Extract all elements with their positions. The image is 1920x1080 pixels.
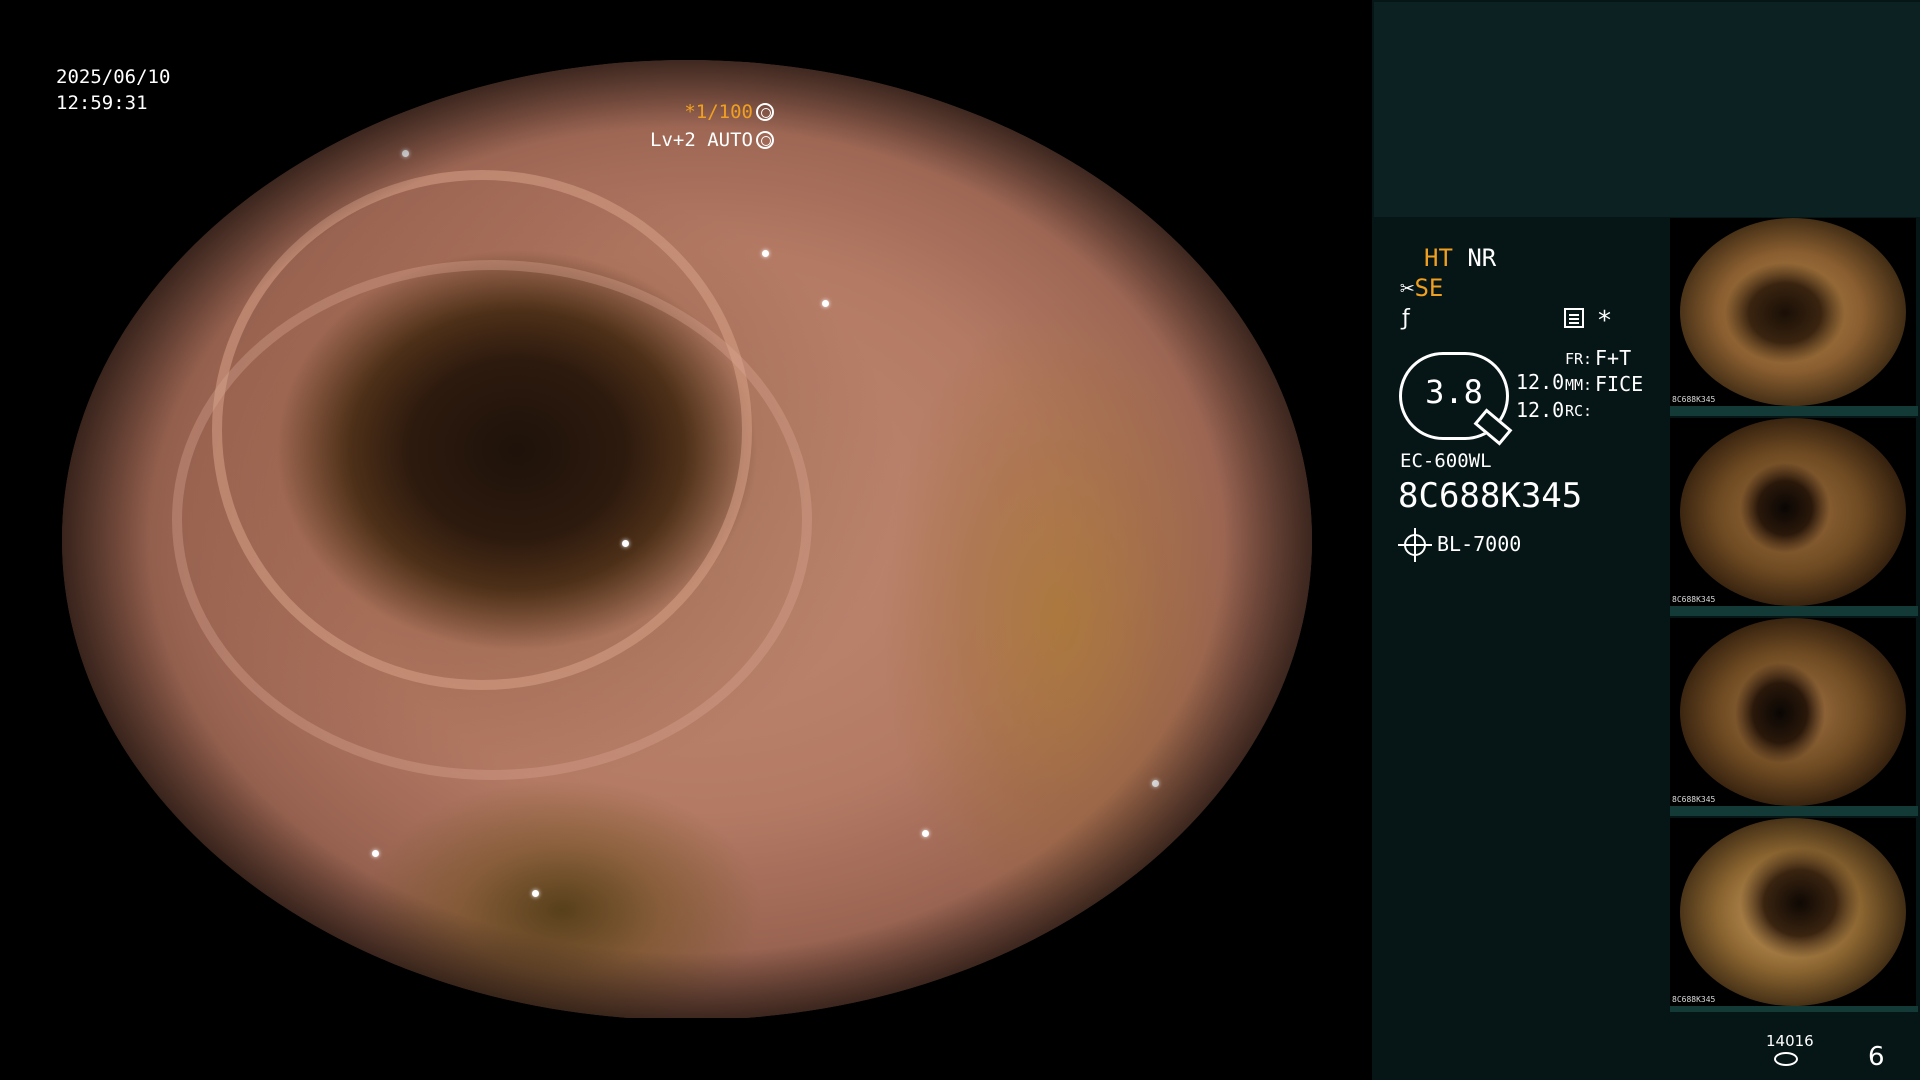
scissors-icon: ✂ — [1400, 274, 1415, 302]
disk-icon — [1774, 1052, 1798, 1066]
thumbnail-serial: 8C688K345 — [1672, 595, 1716, 604]
freeze-icon: ƒ — [1402, 306, 1410, 331]
shutter-icon — [756, 103, 774, 121]
info-panel-header — [1374, 2, 1920, 217]
fr-value: F+T — [1595, 346, 1632, 370]
thumbnail-divider — [1670, 606, 1918, 616]
structure-enhancement: ✂SE — [1400, 274, 1443, 302]
thumbnail-3[interactable]: 8C688K345 — [1670, 618, 1916, 806]
light-reflection — [372, 850, 379, 857]
light-reflection — [322, 130, 329, 137]
iris-mode: AUTO — [707, 129, 753, 151]
capture-time: 12:59:31 — [56, 92, 148, 114]
mm-label: MM: — [1565, 376, 1593, 394]
light-reflection — [922, 830, 929, 837]
ht-indicator: HT — [1424, 244, 1453, 272]
shutter-speed: *1/100 — [684, 101, 753, 123]
thumbnail-1[interactable]: 8C688K345 — [1670, 218, 1916, 406]
zoom-value: 3.8 — [1425, 373, 1483, 411]
light-reflection — [762, 250, 769, 257]
thumbnail-image — [1680, 818, 1906, 1006]
se-indicator: SE — [1414, 274, 1444, 302]
thumbnail-2[interactable]: 8C688K345 — [1670, 418, 1916, 606]
light-reflection — [272, 110, 279, 117]
image-crop-bottom — [0, 1018, 1372, 1080]
list-icon — [1564, 308, 1584, 328]
thumbnail-divider — [1670, 1006, 1918, 1012]
light-source-model: BL-7000 — [1437, 532, 1522, 556]
mucosal-fold — [212, 170, 752, 690]
fr-label: FR: — [1565, 350, 1593, 368]
page-number: 6 — [1868, 1042, 1885, 1072]
focal-value-b: 12.0 — [1516, 398, 1565, 422]
brightness-level: Lv+2 — [650, 129, 696, 151]
light-reflection — [1152, 780, 1159, 787]
thumbnail-divider — [1670, 406, 1918, 416]
thumbnail-image — [1680, 218, 1906, 406]
image-count: 14016 — [1766, 1032, 1814, 1050]
zoom-badge: 3.8 — [1399, 352, 1513, 446]
enhancement-status: HT NR — [1424, 244, 1496, 272]
thumbnail-image — [1680, 418, 1906, 606]
scope-serial: 8C688K345 — [1398, 476, 1583, 516]
thumbnail-image — [1680, 618, 1906, 806]
asterisk-icon: * — [1598, 306, 1611, 336]
light-reflection — [532, 890, 539, 897]
iris-icon — [756, 131, 774, 149]
nr-indicator: NR — [1467, 244, 1497, 272]
light-reflection — [622, 540, 629, 547]
focal-value-a: 12.0 — [1516, 370, 1565, 394]
mm-value: FICE — [1595, 372, 1644, 396]
scope-model: EC-600WL — [1400, 450, 1492, 472]
rc-label: RC: — [1565, 402, 1593, 420]
light-reflection — [402, 150, 409, 157]
timestamp: 2025/06/10 12:59:31 — [56, 64, 170, 116]
capture-date: 2025/06/10 — [56, 66, 171, 88]
thumbnail-divider — [1670, 806, 1918, 816]
image-crop-top — [0, 0, 1372, 60]
thumbnail-serial: 8C688K345 — [1672, 795, 1716, 804]
endoscope-main-view: 2025/06/10 12:59:31 *1/100 Lv+2 AUTO — [0, 0, 1372, 1080]
mucosal-fold — [172, 260, 812, 780]
endoscopic-image — [62, 60, 1312, 1020]
thumbnail-serial: 8C688K345 — [1672, 995, 1716, 1004]
thumbnail-serial: 8C688K345 — [1672, 395, 1716, 404]
light-reflection — [822, 300, 829, 307]
thumbnail-4[interactable]: 8C688K345 — [1670, 818, 1916, 1006]
light-icon — [1398, 528, 1432, 562]
exposure-info: *1/100 Lv+2 AUTO — [650, 98, 774, 154]
